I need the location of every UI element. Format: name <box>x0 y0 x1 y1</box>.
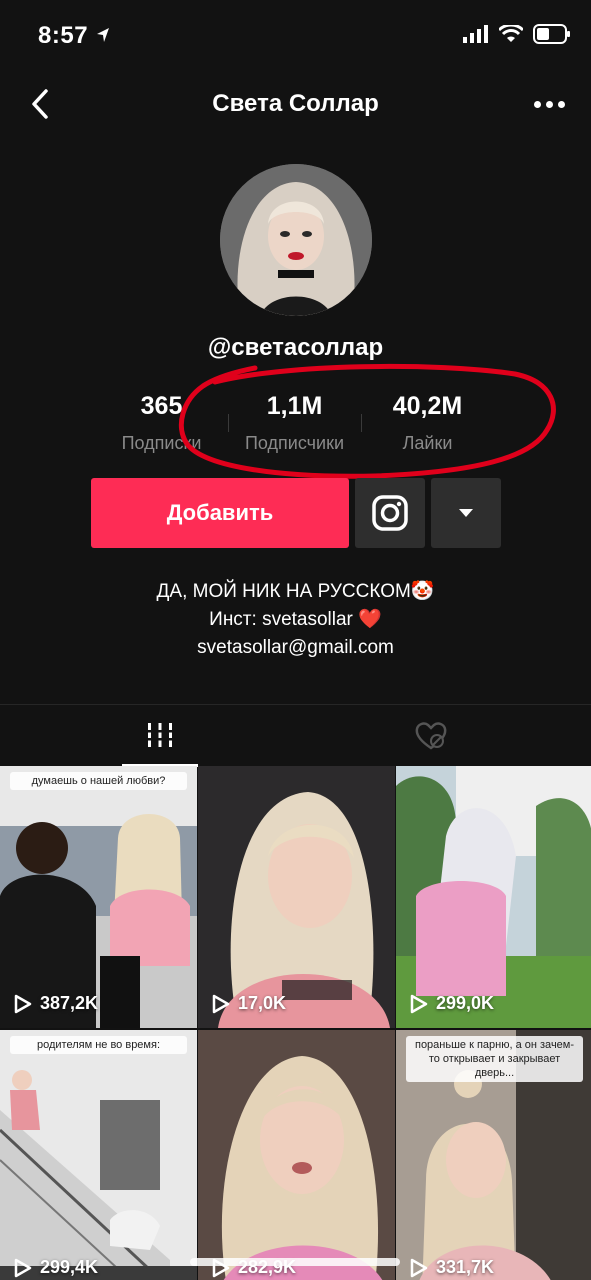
stat-following[interactable]: 365 Подписки <box>95 388 228 458</box>
video-caption: пораньше к парню, а он зачем-то открывае… <box>406 1036 583 1082</box>
avatar[interactable] <box>220 164 372 316</box>
stat-divider <box>228 414 229 432</box>
stat-likes-label: Лайки <box>402 433 453 453</box>
video-tile[interactable]: 282,9K <box>198 1030 395 1280</box>
profile-actions: Добавить <box>91 478 501 548</box>
bio-email[interactable]: svetasollar@gmail.com <box>0 634 591 662</box>
video-caption: думаешь о нашей любви? <box>10 772 187 790</box>
signal-icon <box>463 25 488 43</box>
profile-bio: ДА, МОЙ НИК НА РУССКОМ🤡 Инст: svetasolla… <box>0 578 591 662</box>
video-views-count: 331,7K <box>436 1257 495 1277</box>
play-icon <box>212 994 230 1013</box>
stat-likes[interactable]: 40,2M Лайки <box>361 388 494 458</box>
video-views-count: 387,2K <box>40 993 99 1013</box>
profile-nav: Света Соллар <box>0 78 591 130</box>
video-views-count: 299,0K <box>436 993 495 1013</box>
avatar-photo <box>220 164 372 316</box>
video-tile[interactable]: 17,0K <box>198 766 395 1028</box>
video-views: 387,2K <box>14 993 98 1014</box>
video-thumbnail <box>198 766 395 1028</box>
play-icon <box>410 994 428 1013</box>
grid-icon <box>147 722 173 747</box>
tab-videos[interactable] <box>122 705 198 767</box>
video-thumbnail <box>0 1030 197 1280</box>
video-tile[interactable]: пораньше к парню, а он зачем-то открывае… <box>396 1030 591 1280</box>
username: @светасоллар <box>207 334 384 361</box>
video-views: 17,0K <box>212 993 286 1014</box>
stat-likes-value: 40,2M <box>392 392 463 420</box>
play-icon <box>14 994 32 1013</box>
play-icon <box>14 1258 32 1277</box>
video-views: 331,7K <box>410 1257 494 1278</box>
video-tile[interactable]: родителям не во время: 299,4K <box>0 1030 197 1280</box>
stat-following-label: Подписки <box>121 433 202 453</box>
dropdown-arrow-icon <box>459 509 473 517</box>
video-views: 299,0K <box>410 993 494 1014</box>
location-arrow-icon <box>97 28 109 42</box>
video-thumbnail <box>0 766 197 1028</box>
play-icon <box>410 1258 428 1277</box>
video-views-count: 299,4K <box>40 1257 99 1277</box>
bio-line: Инст: svetasollar ❤️ <box>209 609 382 630</box>
home-indicator[interactable] <box>190 1258 400 1266</box>
instagram-button[interactable] <box>355 478 425 548</box>
stat-followers-value: 1,1M <box>266 392 323 420</box>
battery-icon <box>533 24 570 44</box>
page-title: Света Соллар <box>212 90 379 117</box>
status-icons <box>463 24 571 44</box>
bio-line: ДА, МОЙ НИК НА РУССКОМ🤡 <box>156 581 435 602</box>
status-time: 8:57 <box>38 22 89 49</box>
liked-hidden-icon <box>415 722 447 750</box>
video-grid: думаешь о нашей любви? 387,2K 17,0K 299,… <box>0 766 591 1280</box>
profile-tabs <box>0 704 591 767</box>
video-tile[interactable]: думаешь о нашей любви? 387,2K <box>0 766 197 1028</box>
instagram-icon <box>372 495 408 531</box>
more-profile-button[interactable] <box>431 478 501 548</box>
stat-divider <box>361 414 362 432</box>
stat-followers[interactable]: 1,1M Подписчики <box>228 388 361 458</box>
video-thumbnail <box>396 766 591 1028</box>
more-options-button[interactable] <box>527 84 571 124</box>
video-caption: родителям не во время: <box>10 1036 187 1054</box>
follow-button[interactable]: Добавить <box>91 478 349 548</box>
more-dots-icon <box>533 100 541 108</box>
stat-following-value: 365 <box>140 392 183 420</box>
tab-liked[interactable] <box>393 705 469 767</box>
wifi-icon <box>499 25 523 42</box>
profile-stats: 365 Подписки 1,1M Подписчики 40,2M Лайки <box>95 388 495 458</box>
video-tile[interactable]: 299,0K <box>396 766 591 1028</box>
video-views-count: 17,0K <box>238 993 287 1013</box>
video-thumbnail <box>198 1030 395 1280</box>
status-bar: 8:57 <box>0 0 591 72</box>
video-views: 299,4K <box>14 1257 98 1278</box>
stat-followers-label: Подписчики <box>244 433 345 453</box>
